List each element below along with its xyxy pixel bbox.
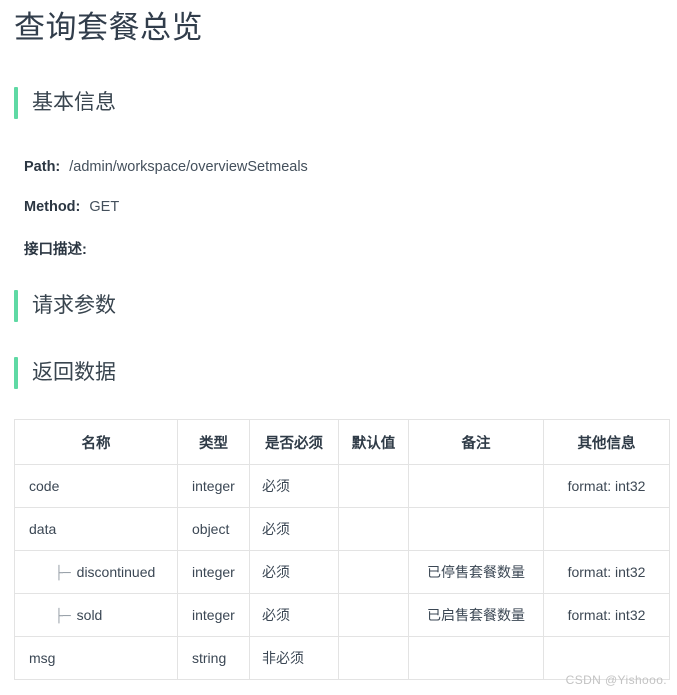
- cell-remark: [408, 464, 544, 508]
- cell-type: integer: [177, 593, 250, 637]
- cell-name: ├─ discontinued: [14, 550, 178, 594]
- cell-name-text: discontinued: [76, 563, 156, 580]
- column-header-name: 名称: [14, 419, 178, 465]
- cell-remark: 已启售套餐数量: [408, 593, 544, 637]
- cell-name-text: code: [29, 478, 60, 494]
- section-heading-label: 请求参数: [32, 294, 116, 317]
- meta-method: Method: GET: [24, 197, 119, 217]
- meta-path: Path: /admin/workspace/overviewSetmeals: [24, 157, 308, 177]
- section-heading-basic-info: 基本信息: [14, 86, 116, 120]
- cell-type: integer: [177, 550, 250, 594]
- cell-name: data: [14, 507, 178, 551]
- cell-type: integer: [177, 464, 250, 508]
- cell-default: [338, 464, 409, 508]
- cell-required: 必须: [249, 550, 339, 594]
- cell-required: 必须: [249, 593, 339, 637]
- page-title: 查询套餐总览: [14, 10, 203, 45]
- cell-name: ├─ sold: [14, 593, 178, 637]
- return-data-table: 名称 类型 是否必须 默认值 备注 其他信息 code integer 必须 form…: [14, 419, 670, 680]
- cell-name-text: msg: [29, 650, 56, 666]
- cell-extra: [543, 507, 670, 551]
- api-doc-page: 查询套餐总览 基本信息 Path: /admin/workspace/overvi…: [0, 0, 677, 695]
- cell-required: 必须: [249, 464, 339, 508]
- cell-default: [338, 593, 409, 637]
- table-row: ├─ discontinued integer 必须 已停售套餐数量 format: in…: [14, 550, 670, 594]
- section-accent-bar: [14, 87, 18, 119]
- method-label: Method:: [24, 199, 81, 215]
- table-row: ├─ sold integer 必须 已启售套餐数量 format: int32: [14, 593, 670, 637]
- tree-branch-icon: ├─: [55, 608, 71, 624]
- cell-default: [338, 550, 409, 594]
- column-header-required: 是否必须: [249, 419, 339, 465]
- cell-type: object: [177, 507, 250, 551]
- cell-name: code: [14, 464, 178, 508]
- cell-type: string: [177, 636, 250, 680]
- column-header-type: 类型: [177, 419, 250, 465]
- cell-extra: format: int32: [543, 464, 670, 508]
- cell-required: 非必须: [249, 636, 339, 680]
- table-header-row: 名称 类型 是否必须 默认值 备注 其他信息: [14, 419, 670, 465]
- method-value: GET: [89, 199, 120, 215]
- column-header-default: 默认值: [338, 419, 409, 465]
- meta-description: 接口描述:: [24, 240, 96, 260]
- cell-name: msg: [14, 636, 178, 680]
- table-row: code integer 必须 format: int32: [14, 464, 670, 508]
- description-label: 接口描述:: [24, 242, 87, 258]
- section-heading-label: 返回数据: [32, 361, 116, 384]
- cell-name-text: data: [29, 521, 57, 537]
- section-heading-return-data: 返回数据: [14, 356, 116, 390]
- cell-remark: [408, 507, 544, 551]
- column-header-extra: 其他信息: [543, 419, 670, 465]
- table-row: data object 必须: [14, 507, 670, 551]
- cell-default: [338, 507, 409, 551]
- path-value: /admin/workspace/overviewSetmeals: [69, 159, 308, 175]
- csdn-watermark: CSDN @Yishooo.: [565, 673, 667, 687]
- cell-default: [338, 636, 409, 680]
- path-label: Path:: [24, 159, 61, 175]
- cell-remark: 已停售套餐数量: [408, 550, 544, 594]
- column-header-remark: 备注: [408, 419, 544, 465]
- section-heading-request-params: 请求参数: [14, 289, 116, 323]
- cell-extra: format: int32: [543, 593, 670, 637]
- section-accent-bar: [14, 290, 18, 322]
- section-accent-bar: [14, 357, 18, 389]
- cell-extra: format: int32: [543, 550, 670, 594]
- cell-required: 必须: [249, 507, 339, 551]
- tree-branch-icon: ├─: [55, 565, 71, 581]
- section-heading-label: 基本信息: [32, 91, 116, 114]
- cell-remark: [408, 636, 544, 680]
- cell-name-text: sold: [76, 606, 103, 623]
